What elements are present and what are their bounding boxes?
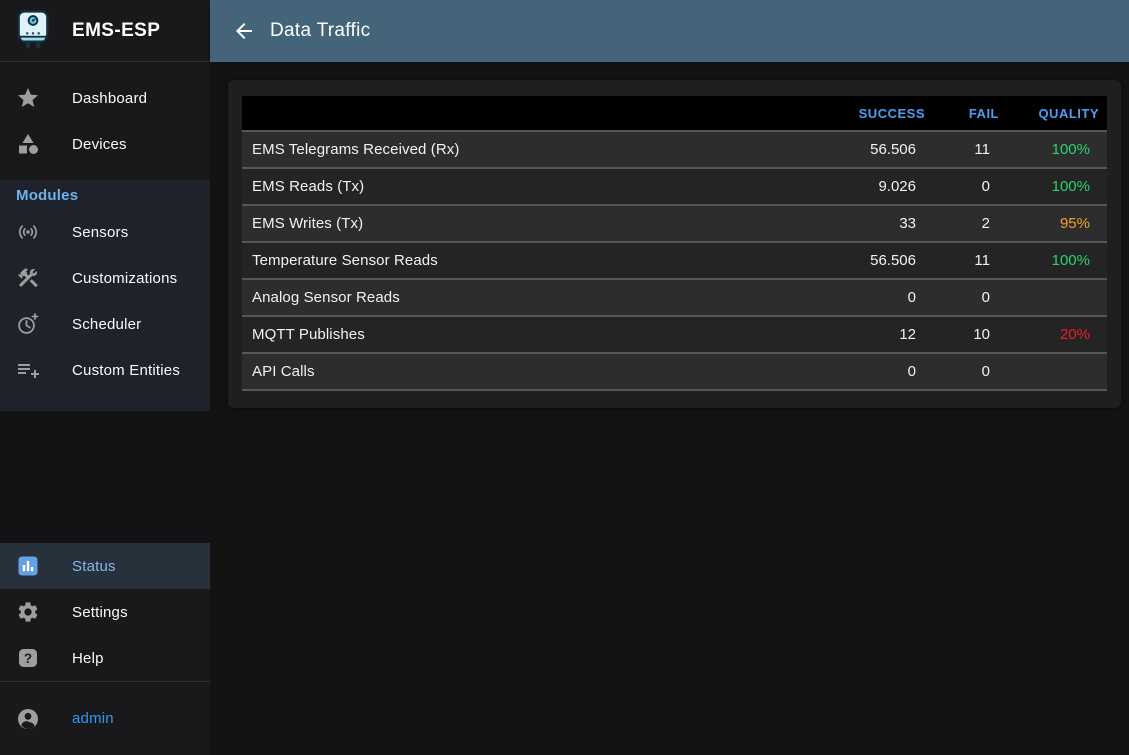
category-icon — [16, 132, 40, 156]
metric-label: EMS Reads (Tx) — [242, 168, 813, 205]
success-value: 0 — [813, 353, 933, 390]
table-header-row: SUCCESS FAIL QUALITY — [242, 96, 1107, 131]
page-title: Data Traffic — [270, 20, 370, 42]
table-row: Analog Sensor Reads 0 0 — [242, 279, 1107, 316]
back-button[interactable] — [232, 19, 256, 43]
table-row: Temperature Sensor Reads 56.506 11 100% — [242, 242, 1107, 279]
success-value: 56.506 — [813, 131, 933, 168]
metric-label: EMS Writes (Tx) — [242, 205, 813, 242]
column-header-success: SUCCESS — [813, 96, 933, 131]
user-menu-button[interactable]: admin — [0, 696, 130, 742]
star-icon — [16, 86, 40, 110]
fail-value: 0 — [933, 168, 1007, 205]
table-row: EMS Reads (Tx) 9.026 0 100% — [242, 168, 1107, 205]
fail-value: 0 — [933, 353, 1007, 390]
fail-value: 0 — [933, 279, 1007, 316]
username-label: admin — [72, 710, 114, 727]
sidebar-item-label: Sensors — [72, 224, 128, 241]
metric-label: EMS Telegrams Received (Rx) — [242, 131, 813, 168]
sidebar: EMS-ESP Dashboard Devices Modules — [0, 0, 210, 755]
analytics-icon — [16, 554, 40, 578]
column-header-quality: QUALITY — [1007, 96, 1107, 131]
modules-section-header: Modules — [0, 180, 210, 209]
fail-value: 2 — [933, 205, 1007, 242]
sidebar-item-devices[interactable]: Devices — [0, 121, 210, 167]
fail-value: 10 — [933, 316, 1007, 353]
quality-value: 20% — [1007, 316, 1107, 353]
construction-icon — [16, 266, 40, 290]
sensors-icon — [16, 220, 40, 244]
quality-value: 100% — [1007, 242, 1107, 279]
success-value: 56.506 — [813, 242, 933, 279]
fail-value: 11 — [933, 242, 1007, 279]
account-circle-icon — [16, 707, 40, 731]
success-value: 9.026 — [813, 168, 933, 205]
sidebar-item-settings[interactable]: Settings — [0, 589, 210, 635]
data-traffic-table: SUCCESS FAIL QUALITY EMS Telegrams Recei… — [242, 96, 1107, 391]
quality-value — [1007, 353, 1107, 390]
more-time-icon — [16, 312, 40, 336]
metric-label: Temperature Sensor Reads — [242, 242, 813, 279]
sidebar-item-customizations[interactable]: Customizations — [0, 255, 210, 301]
gear-icon — [16, 600, 40, 624]
sidebar-item-sensors[interactable]: Sensors — [0, 209, 210, 255]
table-row: MQTT Publishes 12 10 20% — [242, 316, 1107, 353]
sidebar-item-label: Devices — [72, 136, 127, 153]
sidebar-item-label: Status — [72, 558, 116, 575]
boiler-logo-icon — [14, 10, 52, 52]
column-header-fail: FAIL — [933, 96, 1007, 131]
sidebar-item-dashboard[interactable]: Dashboard — [0, 75, 210, 121]
metric-label: MQTT Publishes — [242, 316, 813, 353]
app-header: EMS-ESP — [0, 0, 210, 62]
table-row: API Calls 0 0 — [242, 353, 1107, 390]
sidebar-item-label: Settings — [72, 604, 128, 621]
arrow-left-icon — [232, 19, 256, 43]
success-value: 33 — [813, 205, 933, 242]
sidebar-item-label: Help — [72, 650, 104, 667]
sidebar-user-section: admin — [0, 682, 210, 755]
table-row: EMS Telegrams Received (Rx) 56.506 11 10… — [242, 131, 1107, 168]
sidebar-item-label: Custom Entities — [72, 362, 180, 379]
success-value: 12 — [813, 316, 933, 353]
column-header-empty — [242, 96, 813, 131]
quality-value: 100% — [1007, 131, 1107, 168]
sidebar-modules-section: Modules Sensors Customizations — [0, 180, 210, 411]
sidebar-item-help[interactable]: ? Help — [0, 635, 210, 681]
quality-value — [1007, 279, 1107, 316]
data-traffic-card: SUCCESS FAIL QUALITY EMS Telegrams Recei… — [228, 80, 1121, 408]
table-row: EMS Writes (Tx) 33 2 95% — [242, 205, 1107, 242]
quality-value: 100% — [1007, 168, 1107, 205]
app-title: EMS-ESP — [72, 20, 160, 42]
fail-value: 11 — [933, 131, 1007, 168]
sidebar-bottom-nav: Status Settings ? Help — [0, 543, 210, 681]
success-value: 0 — [813, 279, 933, 316]
metric-label: API Calls — [242, 353, 813, 390]
main-content: SUCCESS FAIL QUALITY EMS Telegrams Recei… — [210, 62, 1129, 755]
sidebar-main-nav: Dashboard Devices — [0, 62, 210, 180]
help-icon: ? — [16, 646, 40, 670]
quality-value: 95% — [1007, 205, 1107, 242]
svg-text:?: ? — [24, 651, 32, 666]
sidebar-item-label: Customizations — [72, 270, 177, 287]
playlist-add-icon — [16, 358, 40, 382]
sidebar-spacer — [0, 411, 210, 543]
sidebar-item-scheduler[interactable]: Scheduler — [0, 301, 210, 347]
sidebar-item-label: Dashboard — [72, 90, 147, 107]
sidebar-item-status[interactable]: Status — [0, 543, 210, 589]
metric-label: Analog Sensor Reads — [242, 279, 813, 316]
sidebar-item-label: Scheduler — [72, 316, 141, 333]
topbar: Data Traffic — [210, 0, 1129, 62]
sidebar-item-custom-entities[interactable]: Custom Entities — [0, 347, 210, 393]
